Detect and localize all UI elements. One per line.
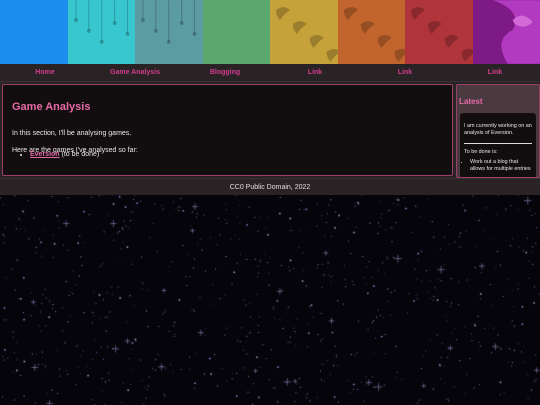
stripe-decoration bbox=[73, 0, 130, 44]
footer-text: CC0 Public Domain, 2022 bbox=[229, 183, 311, 191]
main-nav: Home Game Analysis Blogging Link Link Li… bbox=[0, 64, 540, 82]
stripe-decoration bbox=[140, 0, 197, 44]
stripe-decoration bbox=[275, 7, 338, 62]
page-title: Game Analysis bbox=[12, 101, 91, 113]
stripe-decoration bbox=[0, 0, 68, 64]
nav-blogging[interactable]: Blogging bbox=[180, 69, 270, 76]
stripe-decoration bbox=[203, 0, 271, 64]
nav-link-2[interactable]: Link bbox=[360, 69, 450, 76]
games-list: Eversion (to be done) bbox=[12, 151, 99, 158]
stripe-green bbox=[202, 0, 271, 64]
sidebar-title: Latest bbox=[459, 97, 483, 106]
game-note: (to be done) bbox=[59, 151, 100, 158]
game-link-eversion[interactable]: Eversion bbox=[30, 151, 60, 158]
todo-list: Work out a blog that allows for multiple… bbox=[464, 159, 534, 173]
status-text: I am currently working on an analysis of… bbox=[464, 123, 532, 136]
stripe-decoration bbox=[410, 7, 473, 62]
nav-game-analysis[interactable]: Game Analysis bbox=[90, 69, 180, 76]
intro-text: In this section, I'll be analysing games… bbox=[12, 130, 132, 137]
stripe-teal bbox=[135, 0, 203, 64]
list-item: Work out a blog that allows for multiple… bbox=[470, 159, 534, 173]
stripe-decoration bbox=[343, 7, 405, 62]
header-banner bbox=[0, 0, 540, 64]
main-panel: Game Analysis In this section, I'll be a… bbox=[2, 84, 453, 176]
divider bbox=[464, 143, 532, 144]
content-area: Game Analysis In this section, I'll be a… bbox=[0, 82, 540, 178]
stripe-orange bbox=[337, 0, 405, 64]
nav-link-3[interactable]: Link bbox=[450, 69, 540, 76]
stripe-blue bbox=[0, 0, 68, 64]
nav-link-1[interactable]: Link bbox=[270, 69, 360, 76]
todo-label: To be done is: bbox=[464, 149, 498, 155]
stripe-cyan bbox=[67, 0, 135, 64]
latest-box[interactable]: I am currently working on an analysis of… bbox=[460, 113, 536, 177]
stripe-decoration bbox=[492, 0, 540, 64]
page-footer: CC0 Public Domain, 2022 bbox=[0, 178, 540, 195]
stripe-gold bbox=[270, 0, 338, 64]
list-item: Eversion (to be done) bbox=[30, 151, 99, 158]
stripe-red bbox=[405, 0, 473, 64]
nav-home[interactable]: Home bbox=[0, 69, 90, 76]
stripe-purple bbox=[472, 0, 540, 64]
sidebar-panel: Latest I am currently working on an anal… bbox=[456, 84, 540, 178]
